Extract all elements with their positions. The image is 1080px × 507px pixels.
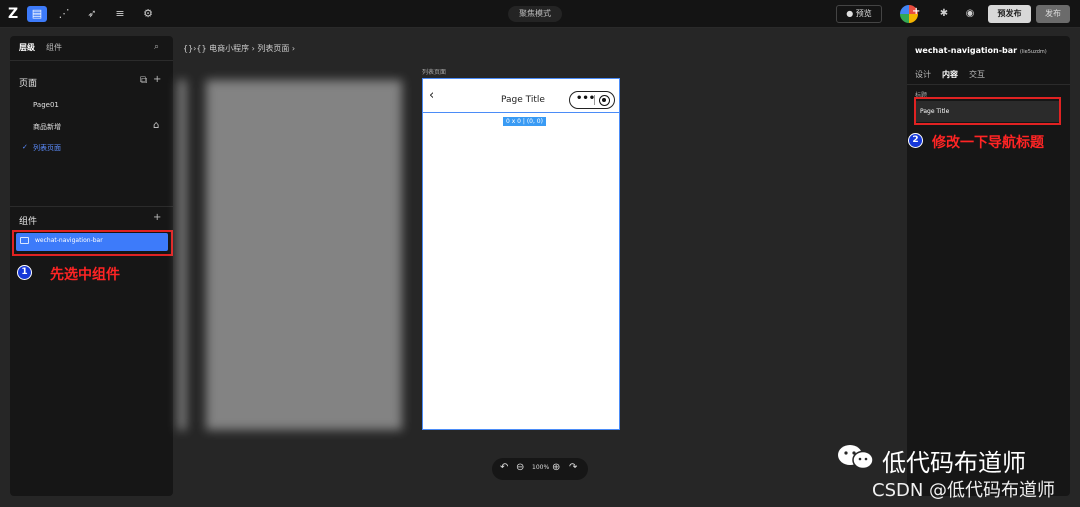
undo-icon[interactable]: ↶ xyxy=(500,462,508,473)
tab-interaction[interactable]: 交互 xyxy=(969,69,985,80)
app-window: Z ▤ ⋰ ➶ ≡ ⚙ 聚焦模式 ● 预览 + ✱ ◉ 预发布 发布 层级 组件… xyxy=(0,0,1080,507)
top-toolbar: Z ▤ ⋰ ➶ ≡ ⚙ 聚焦模式 ● 预览 + ✱ ◉ 预发布 发布 xyxy=(0,0,1080,28)
tab-content[interactable]: 内容 xyxy=(942,69,958,80)
zoom-out-icon[interactable]: ⊖ xyxy=(516,462,524,473)
publish-button[interactable]: 发布 xyxy=(1036,5,1070,23)
page-item-list[interactable]: 列表页面 xyxy=(33,143,61,153)
annotation-step-1: 先选中组件 xyxy=(50,267,120,283)
wechat-logo-icon xyxy=(838,445,874,470)
close-circle-icon[interactable] xyxy=(599,95,610,106)
zoom-value: 100% xyxy=(532,464,550,471)
tab-layers[interactable]: 层级 xyxy=(19,42,35,53)
invite-plus-icon[interactable]: + xyxy=(912,6,920,17)
step-badge-1: 1 xyxy=(17,265,32,280)
step-badge-2: 2 xyxy=(908,133,923,148)
add-page-folder-icon[interactable]: ⧉ xyxy=(140,75,147,86)
watermark-brand: 低代码布道师 xyxy=(882,449,1026,477)
nav-title: Page Title xyxy=(501,95,545,105)
wechat-navigation-bar[interactable]: ‹ Page Title ••• xyxy=(423,79,619,113)
highlight-box-title xyxy=(914,97,1061,125)
home-icon[interactable]: ⌂ xyxy=(153,120,159,131)
layout-icon[interactable]: ▤ xyxy=(27,6,47,22)
watermark-csdn: CSDN @低代码布道师 xyxy=(872,480,1056,501)
divider xyxy=(907,84,1070,85)
divider xyxy=(10,60,173,61)
add-page-icon[interactable]: + xyxy=(153,74,161,85)
zoom-controls: ↶ ⊖ 100% ⊕ ↷ xyxy=(492,458,588,480)
more-dots-icon[interactable]: ••• xyxy=(576,92,595,106)
ghost-page xyxy=(206,80,402,430)
ghost-page xyxy=(178,80,186,430)
tab-design[interactable]: 设计 xyxy=(915,69,931,80)
redo-icon[interactable]: ↷ xyxy=(569,462,577,473)
pages-heading: 页面 xyxy=(19,79,38,89)
page-label: 列表页面 xyxy=(422,69,447,76)
size-badge: 0 x 0 | (0, 0) xyxy=(503,117,546,126)
back-chevron-icon[interactable]: ‹ xyxy=(429,88,434,103)
rocket-icon[interactable]: ➶ xyxy=(83,6,101,22)
page-item-page01[interactable]: Page01 xyxy=(33,101,59,109)
pre-publish-button[interactable]: 预发布 xyxy=(988,5,1031,23)
preview-button[interactable]: ● 预览 xyxy=(836,5,882,23)
debug-icon[interactable]: ✱ xyxy=(936,6,952,22)
format-icon[interactable]: ≡ xyxy=(111,6,129,22)
zoom-in-icon[interactable]: ⊕ xyxy=(552,462,560,473)
divider xyxy=(10,206,173,207)
page-item-product-add[interactable]: 商品新增 xyxy=(33,122,61,132)
phone-preview[interactable]: ‹ Page Title ••• 0 x 0 | (0, 0) xyxy=(422,78,620,430)
capsule-divider xyxy=(594,95,595,105)
preview-label: 预览 xyxy=(855,9,872,18)
gear-icon[interactable]: ⚙ xyxy=(139,6,157,22)
component-title: wechat-navigation-bar (lie5uzdm) xyxy=(915,46,1047,55)
tab-components[interactable]: 组件 xyxy=(46,42,62,53)
component-name: wechat-navigation-bar xyxy=(915,46,1018,55)
search-icon[interactable]: ⌕ xyxy=(154,42,159,52)
breadcrumb[interactable]: {}›{} 电商小程序 › 列表页面 › xyxy=(183,43,295,54)
user-settings-icon[interactable]: ◉ xyxy=(962,6,978,22)
add-component-icon[interactable]: + xyxy=(153,212,161,223)
focus-mode-toggle[interactable]: 聚焦模式 xyxy=(508,6,562,22)
highlight-box-component xyxy=(12,230,173,256)
capsule-menu[interactable]: ••• xyxy=(569,91,615,109)
flow-icon[interactable]: ⋰ xyxy=(55,6,73,22)
annotation-step-2: 修改一下导航标题 xyxy=(932,135,1044,151)
app-logo: Z xyxy=(8,6,19,22)
check-icon: ✓ xyxy=(22,143,28,151)
component-id: (lie5uzdm) xyxy=(1019,49,1047,55)
play-icon: ● xyxy=(846,9,854,18)
components-heading: 组件 xyxy=(19,217,38,227)
